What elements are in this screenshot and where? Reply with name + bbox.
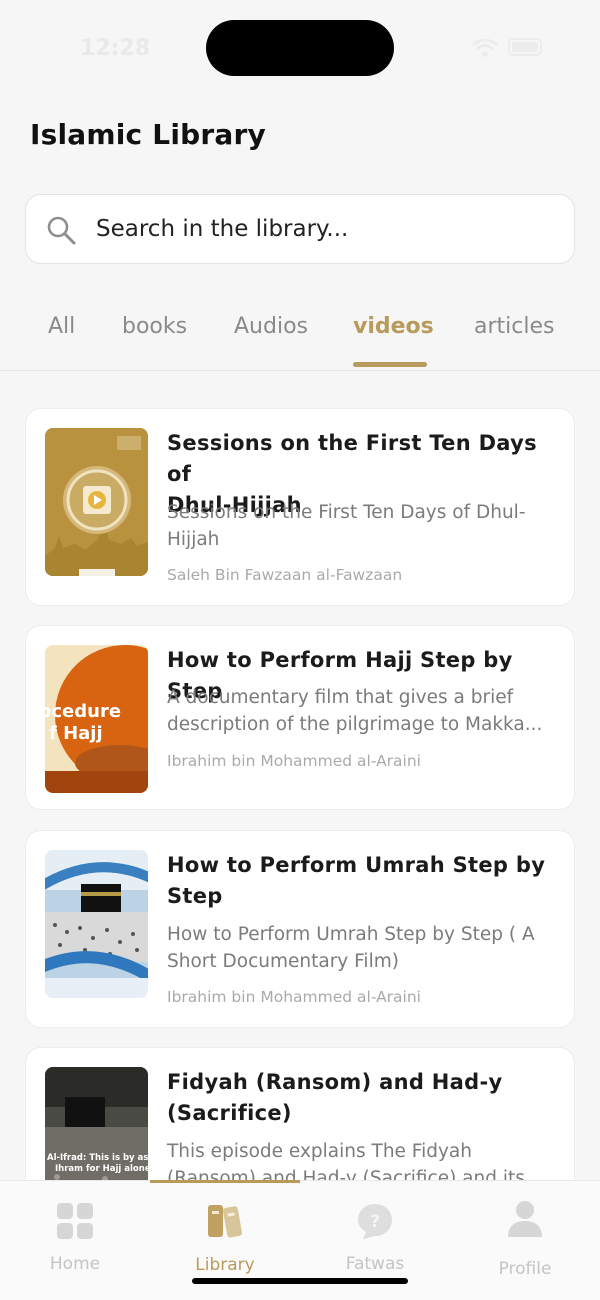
thumbnail-text-4a: Al-Ifrad: This is by assumin	[47, 1153, 148, 1163]
wifi-icon	[472, 38, 498, 57]
video-thumbnail-2: ocedure f Hajj	[45, 645, 148, 793]
nav-profile-label: Profile	[498, 1259, 552, 1279]
nav-library[interactable]: Library	[150, 1181, 300, 1291]
status-time: 12:28	[80, 36, 151, 61]
film-reel-icon	[45, 428, 148, 576]
thumbnail-text-2b: f Hajj	[49, 723, 103, 744]
battery-icon	[508, 38, 542, 56]
video-description-2: A documentary film that gives a brief de…	[167, 687, 543, 735]
thumbnail-text-4b: Ihram for Hajj alone.	[55, 1164, 148, 1174]
dynamic-island	[206, 20, 394, 76]
books-icon	[208, 1205, 243, 1238]
page-title: Islamic Library	[30, 118, 266, 151]
video-thumbnail-3	[45, 850, 148, 998]
nav-profile[interactable]: Profile	[450, 1181, 600, 1291]
video-thumbnail-1	[45, 428, 148, 576]
video-author-3: Ibrahim bin Mohammed al-Araini	[167, 988, 421, 1006]
video-card-1[interactable]: Sessions on the First Ten Days of Dhul-H…	[25, 408, 575, 606]
video-author-2: Ibrahim bin Mohammed al-Araini	[167, 752, 421, 770]
svg-text:?: ?	[370, 1212, 380, 1232]
search-icon	[47, 216, 76, 245]
home-indicator	[192, 1278, 408, 1284]
video-description-1: Sessions on the First Ten Days of Dhul- …	[167, 502, 526, 550]
status-bar: 12:28	[0, 0, 600, 90]
tab-articles[interactable]: articles	[474, 314, 554, 339]
video-title-3: How to Perform Umrah Step by Step	[167, 853, 546, 908]
video-author-1: Saleh Bin Fawzaan al-Fawzaan	[167, 566, 403, 584]
search-placeholder: Search in the library...	[96, 216, 349, 242]
tab-audios[interactable]: Audios	[234, 314, 308, 339]
nav-fatwas[interactable]: ? Fatwas	[300, 1181, 450, 1291]
video-description-3: How to Perform Umrah Step by Step ( A Sh…	[167, 924, 535, 972]
question-bubble-icon: ?	[358, 1204, 392, 1239]
nav-fatwas-label: Fatwas	[345, 1254, 405, 1274]
thumbnail-text-2a: ocedure	[45, 701, 122, 722]
home-grid-icon	[57, 1203, 93, 1239]
nav-library-label: Library	[195, 1255, 255, 1275]
video-card-2[interactable]: ocedure f Hajj How to Perform Hajj Step …	[25, 625, 575, 810]
video-title-4: Fidyah (Ransom) and Had-y (Sacrifice)	[167, 1070, 503, 1125]
tab-books[interactable]: books	[122, 314, 187, 339]
category-tabs: All books Audios videos articles	[0, 300, 600, 371]
video-card-3[interactable]: How to Perform Umrah Step by Step How to…	[25, 830, 575, 1028]
search-input[interactable]: Search in the library...	[25, 194, 575, 264]
nav-home[interactable]: Home	[0, 1181, 150, 1291]
tab-all[interactable]: All	[48, 314, 75, 339]
user-icon	[508, 1201, 542, 1237]
active-tab-indicator	[353, 362, 427, 367]
tab-videos[interactable]: videos	[353, 314, 434, 339]
nav-home-label: Home	[49, 1254, 101, 1274]
